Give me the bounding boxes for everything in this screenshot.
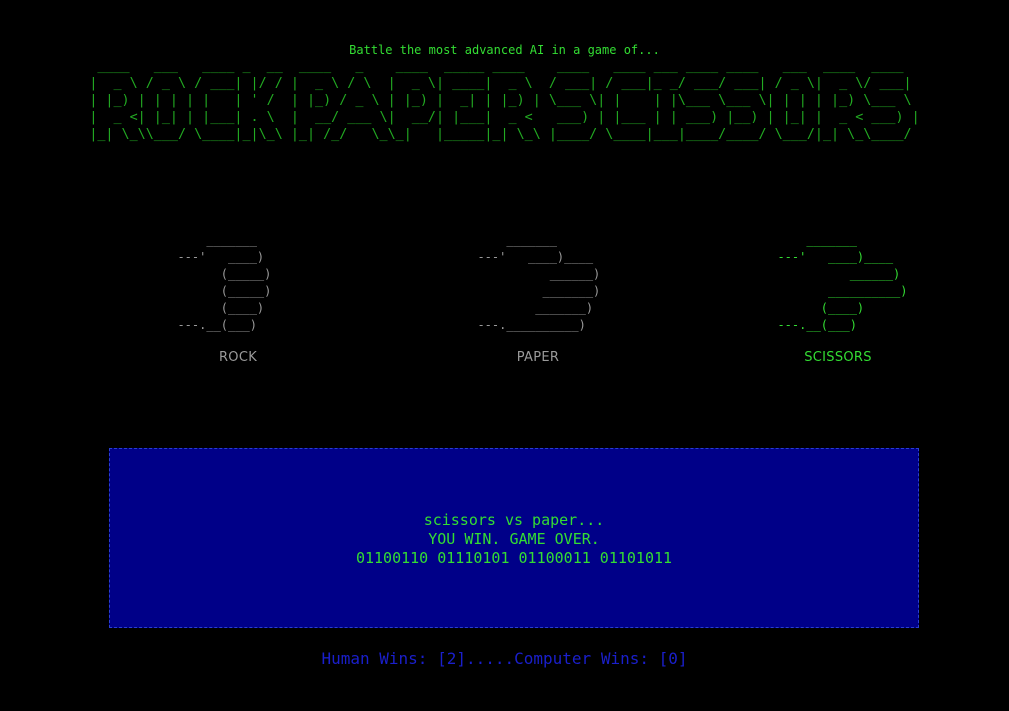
choice-paper-label: PAPER (516, 350, 560, 365)
result-panel: scissors vs paper... YOU WIN. GAME OVER.… (109, 448, 919, 628)
title-banner: ____ ___ ____ _ __ ____ _ ____ _____ ___… (0, 58, 1009, 143)
result-outcome: YOU WIN. GAME OVER. (428, 530, 600, 548)
choice-scissors[interactable]: _______ ---' ____)____ ______) _________… (718, 232, 958, 365)
choice-rock-label: ROCK (218, 350, 258, 365)
rock-hand-art: _______ ---' ____) (_____) (_____) (____… (177, 233, 272, 332)
result-binary: 01100110 01110101 01100011 01101011 (355, 549, 673, 567)
result-matchup: scissors vs paper... (423, 511, 605, 529)
choice-paper[interactable]: _______ ---' ____)____ ______) _______) … (418, 232, 658, 365)
choice-scissors-label: SCISSORS (804, 350, 872, 365)
game-screen: Battle the most advanced AI in a game of… (0, 0, 1009, 711)
title-ascii-art: ____ ___ ____ _ __ ____ _ ____ _____ ___… (89, 59, 920, 142)
tagline: Battle the most advanced AI in a game of… (349, 43, 660, 57)
score-counter: Human Wins: [2].....Computer Wins: [0] (321, 649, 688, 668)
scissors-hand-art: _______ ---' ____)____ ______) _________… (777, 233, 908, 332)
choice-rock[interactable]: _______ ---' ____) (_____) (_____) (____… (118, 232, 358, 365)
paper-hand-art: _______ ---' ____)____ ______) _______) … (477, 233, 601, 332)
